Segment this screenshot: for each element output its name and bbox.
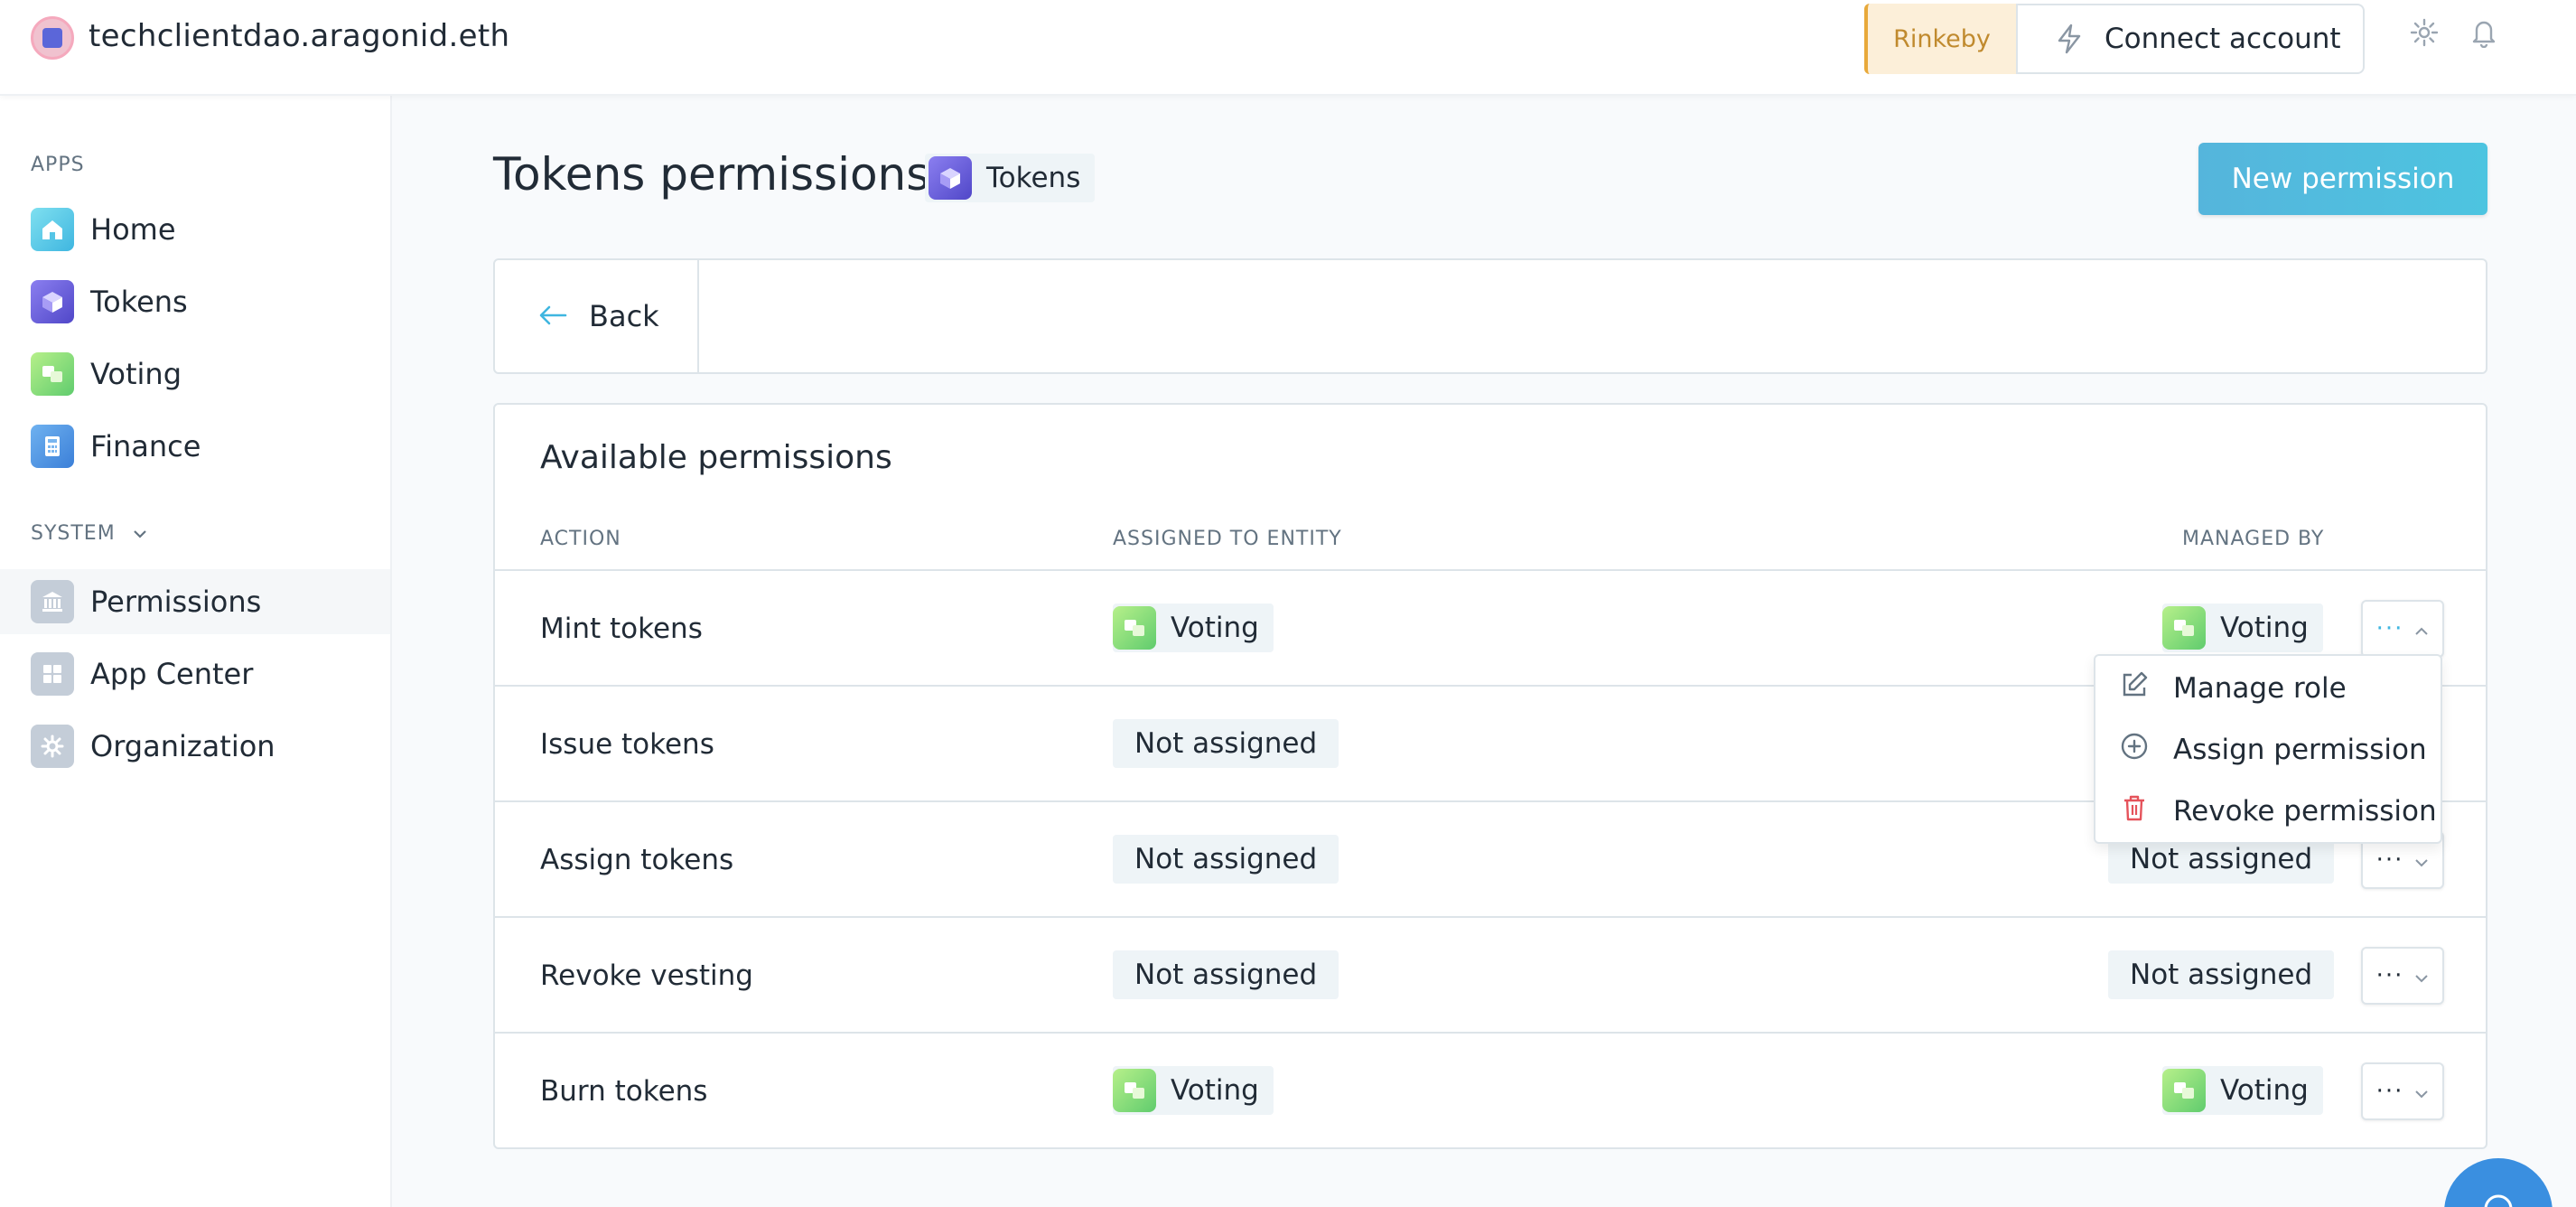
permission-action: Burn tokens [540,1075,708,1108]
permission-action: Revoke vesting [540,959,753,992]
assigned-entity-tag[interactable]: Voting [1113,1066,1274,1115]
page-title: Tokens permissions [493,148,930,201]
permissions-icon [31,580,74,623]
sidebar-item-voting[interactable]: Voting [0,342,390,407]
more-icon: ··· [2375,962,2404,989]
system-heading-label: SYSTEM [31,522,116,545]
more-icon: ··· [2375,847,2404,874]
connect-account-label: Connect account [2105,23,2341,55]
tokens-icon [929,156,972,200]
table-row: Revoke vesting Not assigned Not assigned… [495,916,2486,1032]
org-logo[interactable] [31,16,74,60]
voting-icon [1113,1069,1156,1112]
sidebar-item-finance[interactable]: Finance [0,414,390,479]
back-bar: Back [493,258,2487,374]
chevron-down-icon [2414,1078,2429,1105]
row-menu-button[interactable]: ··· [2361,1062,2444,1120]
sidebar-item-organization[interactable]: Organization [0,714,390,779]
help-icon [2480,1191,2516,1207]
sidebar-item-home[interactable]: Home [0,197,390,262]
entity-label: Voting [1171,612,1259,644]
entity-label: Voting [2220,612,2309,644]
assigned-entity-tag[interactable]: Voting [1113,604,1274,652]
assigned-entity-tag: Not assigned [1113,835,1339,884]
entity-label: Voting [1171,1074,1259,1107]
app-tag-tokens: Tokens [925,154,1096,202]
menu-item-label: Revoke permission [2173,795,2437,828]
new-permission-button[interactable]: New permission [2198,143,2487,215]
permissions-table-title: Available permissions [540,439,892,476]
menu-item-label: Assign permission [2173,734,2427,766]
apps-heading: APPS [31,154,85,176]
more-icon: ··· [2375,615,2404,642]
arrow-left-icon [538,299,567,333]
notifications-icon[interactable] [2466,14,2502,51]
sidebar-item-label: Organization [90,729,275,763]
sidebar-item-tokens[interactable]: Tokens [0,269,390,334]
sidebar-item-label: Home [90,212,176,247]
column-header-managed: MANAGED BY [2182,528,2325,550]
table-row: Burn tokens Voting Voting ··· [495,1032,2486,1147]
trash-icon [2119,792,2150,830]
voting-icon [31,352,74,396]
row-menu-button[interactable]: ··· [2361,947,2444,1005]
sidebar-item-label: Finance [90,429,201,463]
assigned-entity-tag: Not assigned [1113,719,1339,768]
back-button[interactable]: Back [495,260,699,372]
menu-item-manage-role[interactable]: Manage role [2095,658,2441,719]
back-label: Back [589,299,659,333]
assigned-entity-tag: Not assigned [1113,950,1339,999]
organization-icon [31,725,74,768]
permission-action: Mint tokens [540,613,703,645]
chevron-down-icon [2414,962,2429,989]
menu-item-assign-permission[interactable]: Assign permission [2095,719,2441,781]
sidebar-item-app-center[interactable]: App Center [0,641,390,706]
menu-item-revoke-permission[interactable]: Revoke permission [2095,781,2441,842]
column-header-assigned: ASSIGNED TO ENTITY [1113,528,1342,550]
edit-icon [2119,669,2150,707]
managed-by-tag: Not assigned [2108,950,2335,999]
chevron-down-icon [132,522,148,545]
sidebar-item-permissions[interactable]: Permissions [0,569,390,634]
finance-icon [31,425,74,468]
menu-item-label: Manage role [2173,672,2347,705]
network-badge: Rinkeby [1864,4,2016,74]
lightning-icon [2056,23,2083,54]
permission-action: Assign tokens [540,844,734,876]
entity-label: Voting [2220,1074,2309,1107]
chevron-up-icon [2414,615,2429,642]
sidebar-item-label: Tokens [90,285,188,319]
home-icon [31,208,74,251]
system-heading[interactable]: SYSTEM [31,522,148,545]
top-bar: techclientdao.aragonid.eth Rinkeby Conne… [0,0,2576,96]
tokens-icon [31,280,74,323]
voting-icon [2162,606,2206,650]
connect-account-button[interactable]: Connect account [2016,4,2365,74]
row-menu-button[interactable]: ··· [2361,600,2444,658]
managed-by-tag[interactable]: Voting [2162,1066,2323,1115]
voting-icon [2162,1069,2206,1112]
managed-by-tag[interactable]: Voting [2162,604,2323,652]
row-actions-menu: Manage role Assign permission Revoke per… [2094,654,2442,844]
sidebar-item-label: App Center [90,657,254,691]
apps-heading-label: APPS [31,154,85,176]
sidebar-item-label: Voting [90,357,182,391]
sidebar: APPS Home Tokens Voting Finance SYSTEM P… [0,96,392,1207]
settings-icon[interactable] [2406,14,2442,51]
app-center-icon [31,652,74,696]
voting-icon [1113,606,1156,650]
app-tag-label: Tokens [986,162,1081,194]
permission-action: Issue tokens [540,728,714,761]
chevron-down-icon [2414,847,2429,874]
plus-circle-icon [2119,731,2150,769]
column-header-action: ACTION [540,528,621,550]
sidebar-item-label: Permissions [90,585,262,619]
org-name[interactable]: techclientdao.aragonid.eth [89,18,509,54]
help-button[interactable] [2444,1158,2553,1207]
more-icon: ··· [2375,1078,2404,1105]
